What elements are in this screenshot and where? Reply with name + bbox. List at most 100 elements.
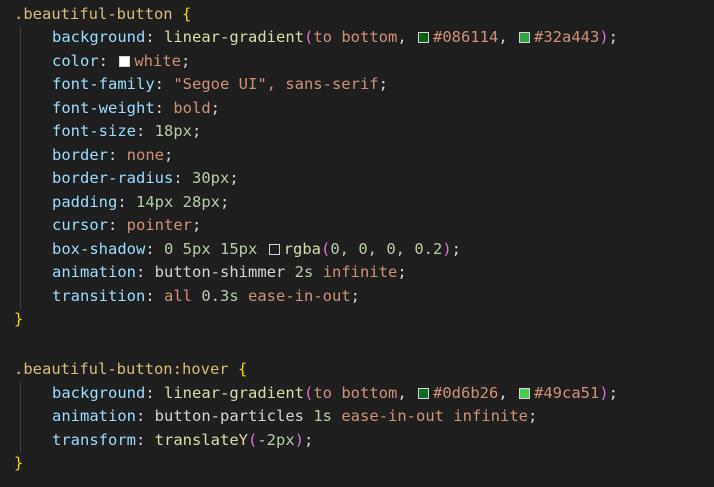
css-property: color (52, 51, 99, 70)
code-line: font-size: 18px; (52, 120, 714, 144)
code-line: animation: button-particles 1s ease-in-o… (52, 405, 714, 429)
code-line: transform: translateY(-2px); (52, 429, 714, 453)
color-swatch-icon[interactable] (418, 32, 429, 43)
code-line: .beautiful-button { (14, 3, 714, 27)
colon: : (136, 430, 155, 449)
semicolon: ; (229, 169, 239, 187)
paren: ( (303, 383, 314, 402)
colon: : (145, 383, 164, 402)
close-brace: } (14, 454, 24, 472)
css-value: all (164, 286, 192, 305)
code-line: } (14, 308, 714, 332)
colon: : (108, 216, 127, 234)
paren: ( (248, 430, 258, 449)
css-value: 30px (192, 169, 230, 187)
css-value: white (134, 51, 182, 70)
comma: , (397, 383, 416, 402)
semicolon: ; (181, 51, 191, 70)
css-value: to bottom (313, 28, 398, 46)
css-function: linear-gradient (164, 383, 304, 402)
css-function: translateY (154, 430, 248, 449)
code-line: .beautiful-button:hover { (14, 358, 714, 382)
css-value: ease-in-out (248, 286, 351, 305)
color-swatch-icon[interactable] (519, 32, 530, 43)
css-value: #0d6b26 (433, 383, 499, 402)
semicolon: ; (397, 263, 407, 281)
paren: ) (442, 239, 452, 258)
comma: , (498, 28, 517, 46)
color-swatch-icon[interactable] (268, 243, 280, 255)
css-value: #086114 (433, 28, 499, 46)
colon: : (136, 122, 155, 140)
css-property: padding (52, 192, 118, 211)
css-function: linear-gradient (164, 28, 304, 46)
open-brace: { (237, 360, 248, 378)
code-line: cursor: pointer; (52, 214, 714, 238)
code-line: transition: all 0.3s ease-in-out; (52, 285, 714, 309)
css-property: transition (52, 286, 146, 305)
css-selector: .beautiful-button:hover (14, 360, 229, 378)
comma: , (498, 383, 517, 402)
css-value: button-particles (154, 407, 304, 425)
colon: : (136, 407, 155, 425)
css-value: 1s (313, 407, 332, 425)
colon: : (145, 286, 164, 305)
paren: ) (294, 430, 305, 449)
css-value: none (126, 145, 164, 164)
code-line: color: white; (52, 50, 714, 74)
code-line: background: linear-gradient(to bottom, #… (52, 26, 714, 50)
semicolon: ; (608, 383, 619, 402)
css-property: background (52, 383, 146, 402)
semicolon: ; (220, 192, 230, 211)
indent-guide (20, 381, 21, 453)
code-line: border: none; (52, 144, 714, 168)
semicolon: ; (608, 28, 619, 46)
css-property: font-size (52, 122, 136, 140)
css-property: animation (52, 407, 136, 425)
css-property: box-shadow (52, 239, 146, 258)
semicolon: ; (304, 430, 314, 449)
paren: ( (303, 28, 314, 46)
css-value: infinite (453, 407, 528, 425)
colon: : (136, 263, 155, 281)
css-property: border-radius (52, 169, 174, 187)
css-property: background (52, 28, 146, 46)
css-selector: .beautiful-button (14, 5, 173, 23)
css-value: 0, 0, 0, 0.2 (330, 239, 443, 258)
css-value: to bottom (313, 383, 398, 402)
semicolon: ; (192, 216, 202, 234)
code-line: } (14, 452, 714, 476)
colon: : (154, 75, 174, 93)
semicolon: ; (528, 407, 538, 425)
css-value: bold (173, 98, 211, 117)
code-line: font-family: "Segoe UI", sans-serif; (52, 73, 714, 97)
css-property: font-family (52, 75, 155, 93)
comma: , (397, 28, 416, 46)
color-swatch-icon[interactable] (418, 387, 429, 399)
colon: : (117, 192, 136, 211)
css-value: 0.3s (201, 286, 239, 305)
color-swatch-icon[interactable] (119, 55, 131, 67)
code-line: animation: button-shimmer 2s infinite; (52, 261, 714, 285)
css-value: 0 5px 15px (164, 239, 258, 258)
colon: : (98, 51, 118, 70)
css-property: animation (52, 263, 136, 281)
css-property: cursor (52, 216, 108, 234)
semicolon: ; (210, 98, 220, 117)
css-property: transform (52, 430, 136, 449)
code-line: background: linear-gradient(to bottom, #… (52, 382, 714, 406)
colon: : (108, 145, 127, 164)
css-property: font-weight (52, 98, 155, 117)
colon: : (154, 98, 174, 117)
indent-guide (20, 26, 21, 310)
css-value: "Segoe UI", sans-serif (173, 75, 379, 93)
colon: : (173, 169, 192, 187)
css-value: #49ca51 (534, 383, 600, 402)
css-value: infinite (322, 263, 398, 281)
css-function: rgba (283, 239, 321, 258)
color-swatch-icon[interactable] (519, 387, 530, 399)
semicolon: ; (350, 286, 361, 305)
css-value: 14px 28px (136, 192, 220, 211)
css-value: ease-in-out (341, 407, 444, 425)
code-editor[interactable]: .beautiful-button { background: linear-g… (0, 0, 714, 487)
